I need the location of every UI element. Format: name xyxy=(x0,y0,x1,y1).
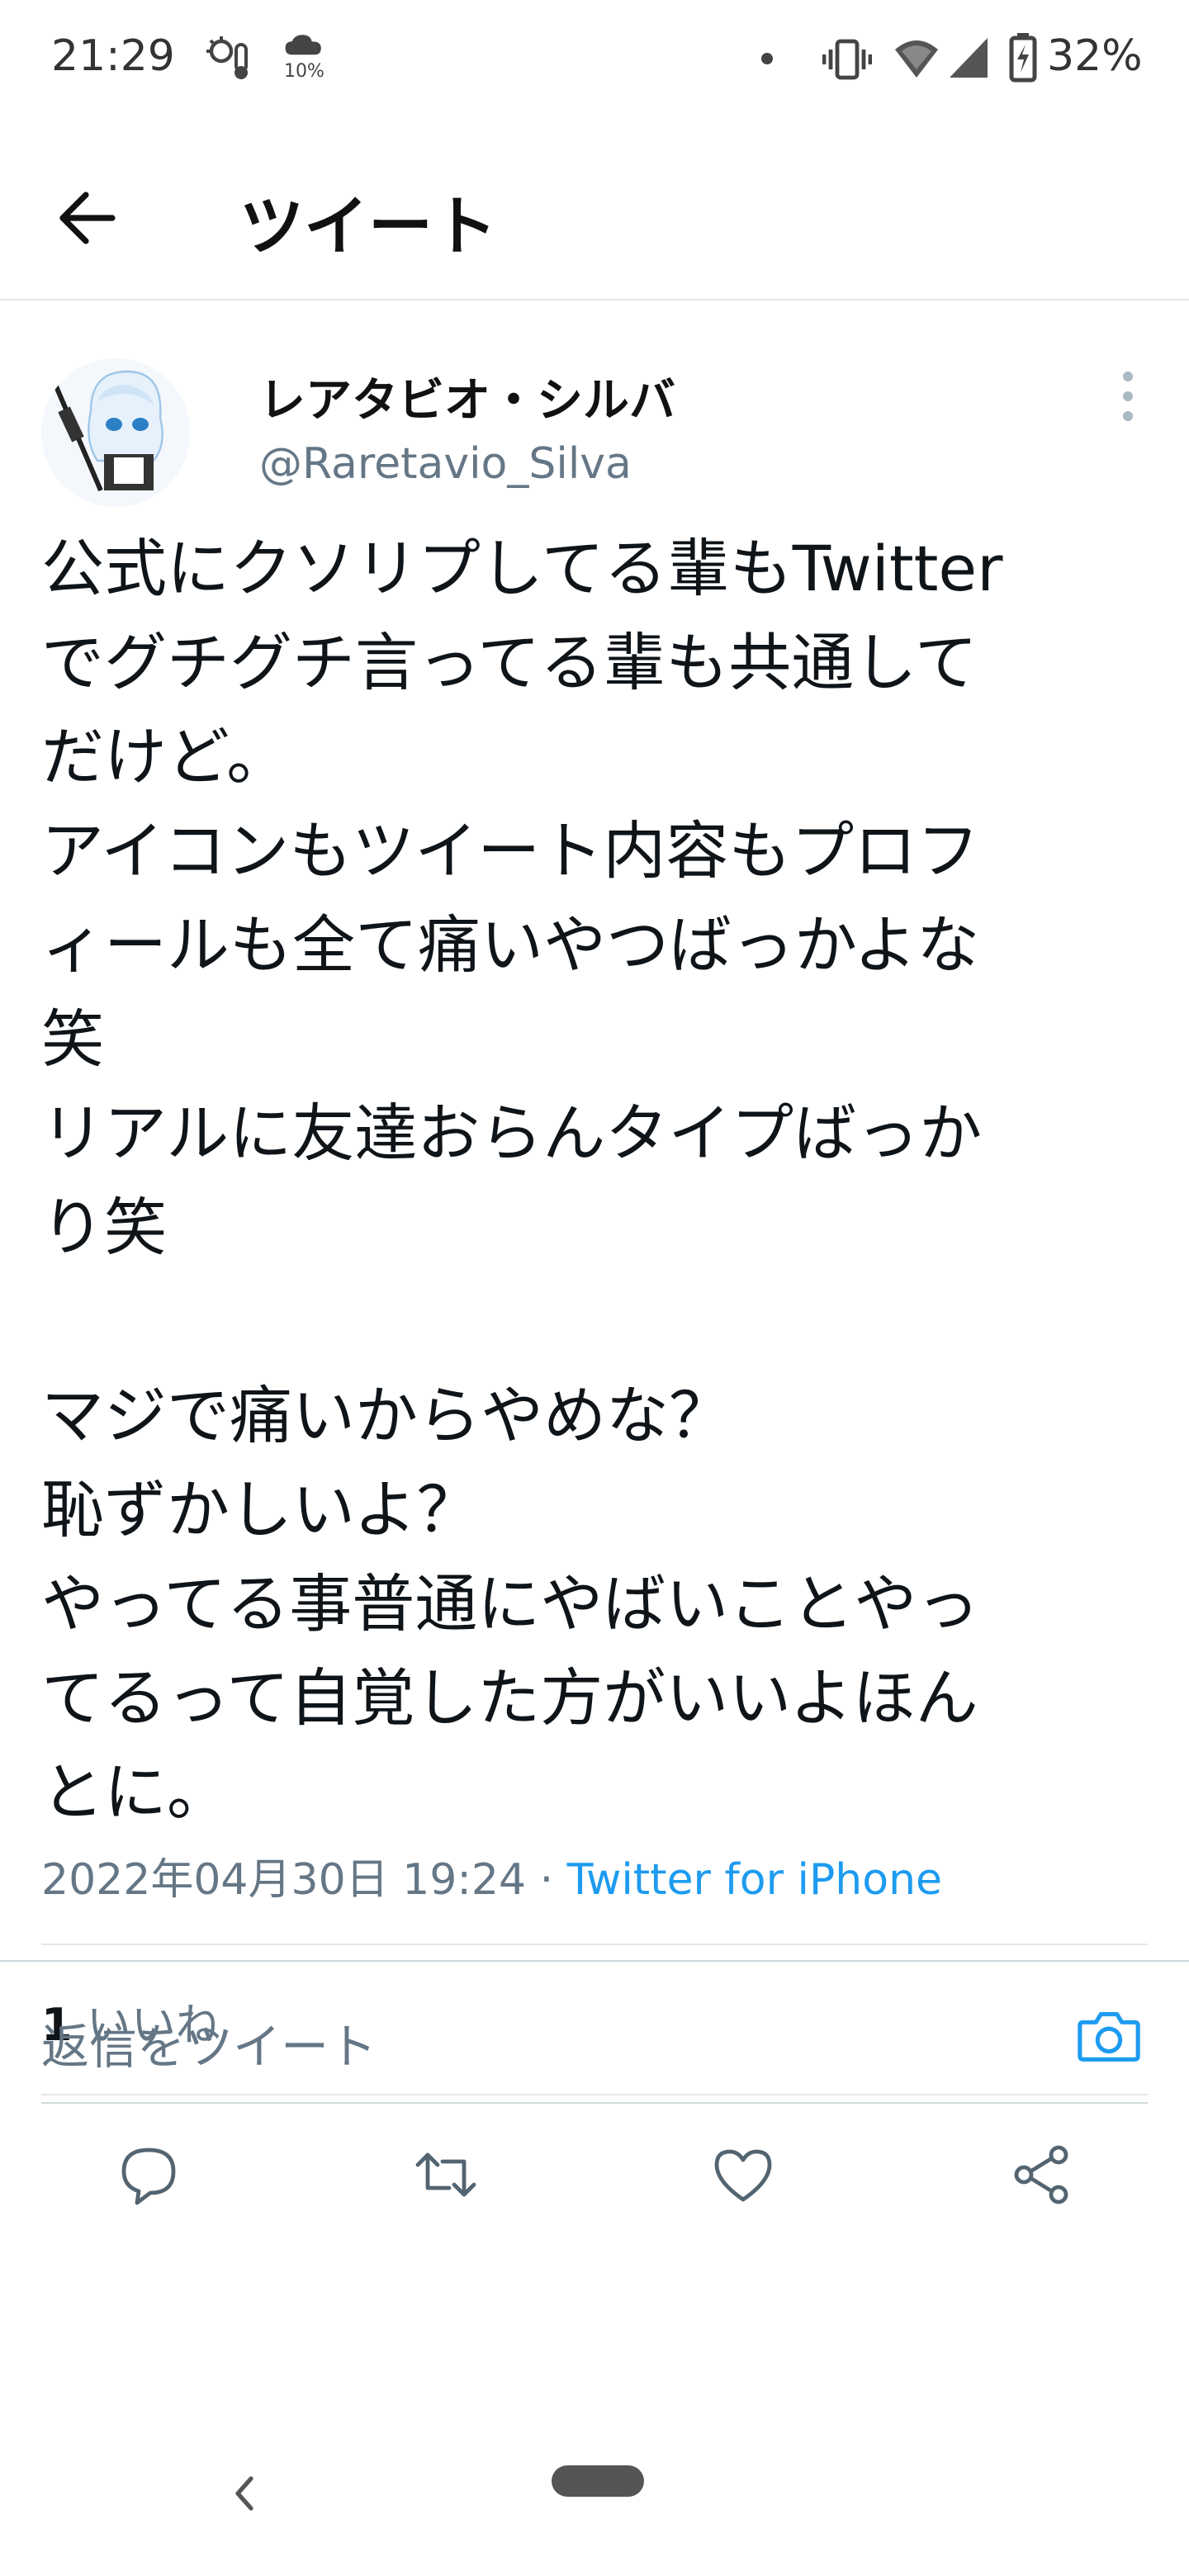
divider xyxy=(41,1944,1148,1945)
tweet-metadata: 2022年04月30日 19:24 · Twitter for iPhone xyxy=(41,1844,942,1906)
tweet-text: 公式にクソリプしてる輩もTwitter でグチグチ言ってる輩も共通して だけど。… xyxy=(41,532,1003,1829)
tweet-actions xyxy=(0,2109,1189,2233)
page-title: ツイート xyxy=(239,190,498,264)
divider xyxy=(41,2102,1148,2104)
wifi-icon xyxy=(893,36,940,79)
retweet-icon xyxy=(413,2152,479,2211)
nav-back-button[interactable] xyxy=(228,2469,261,2518)
user-handle[interactable]: @Raretavio_Silva xyxy=(259,439,632,489)
status-bar: 21:29 10% 32% xyxy=(0,0,1189,124)
like-icon xyxy=(710,2149,776,2211)
cloud-rain-icon: 10% xyxy=(281,33,330,88)
vibrate-icon xyxy=(822,38,873,81)
top-app-bar: ツイート xyxy=(0,124,1189,301)
display-name[interactable]: レアタビオ・シルバ xyxy=(259,363,675,430)
reply-input[interactable]: 返信をツイート xyxy=(41,2008,377,2077)
chevron-left-icon xyxy=(228,2476,261,2522)
camera-icon xyxy=(1073,2012,1144,2074)
avatar[interactable] xyxy=(41,358,190,507)
battery-percent: 32% xyxy=(1047,31,1143,81)
signal-icon xyxy=(948,36,989,79)
share-button[interactable] xyxy=(1009,2142,1075,2208)
reply-button[interactable] xyxy=(116,2142,182,2208)
reply-icon xyxy=(116,2147,182,2211)
system-navigation-bar xyxy=(0,2427,1189,2576)
share-icon xyxy=(1009,2145,1075,2211)
tweet-timestamp[interactable]: 2022年04月30日 19:24 xyxy=(41,1855,526,1905)
like-button[interactable] xyxy=(710,2142,776,2208)
notification-dot-icon xyxy=(761,53,773,64)
arrow-left-icon xyxy=(50,192,132,263)
more-vertical-icon xyxy=(1103,372,1153,444)
camera-button[interactable] xyxy=(1073,2000,1144,2071)
back-button[interactable] xyxy=(50,177,132,259)
status-time: 21:29 xyxy=(51,31,175,81)
home-pill[interactable] xyxy=(552,2465,644,2497)
meta-separator: · xyxy=(526,1855,567,1905)
tweet-source[interactable]: Twitter for iPhone xyxy=(567,1855,942,1905)
reply-composer-bar: 返信をツイート xyxy=(0,1960,1189,2110)
more-options-button[interactable] xyxy=(1103,367,1153,441)
battery-charging-icon xyxy=(1009,33,1037,83)
retweet-button[interactable] xyxy=(413,2142,479,2208)
rain-percent: 10% xyxy=(284,61,324,82)
weather-icon xyxy=(205,35,258,83)
